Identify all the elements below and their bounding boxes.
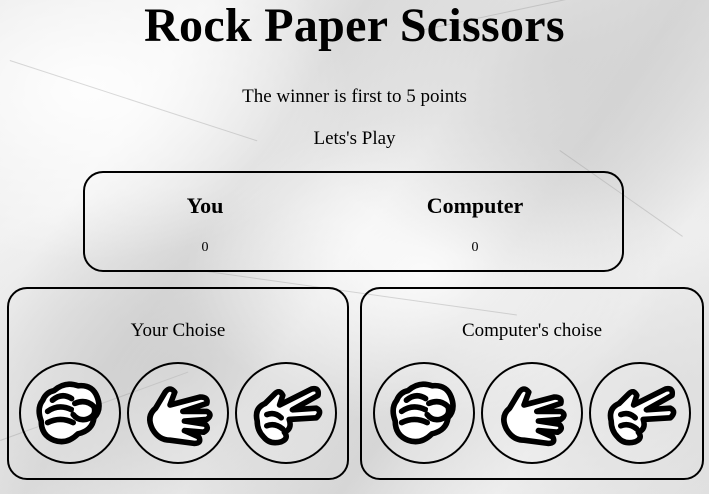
computer-rock-option bbox=[373, 362, 475, 464]
rock-hand-icon bbox=[384, 373, 464, 453]
scoreboard: You 0 Computer 0 bbox=[83, 171, 624, 272]
player-label: You bbox=[186, 193, 224, 218]
computer-scissors-option bbox=[589, 362, 691, 464]
computer-choice-label: Computer's choise bbox=[461, 320, 603, 341]
scissors-hand-icon bbox=[246, 373, 326, 453]
rock-hand-icon bbox=[30, 373, 110, 453]
paper-hand-icon bbox=[492, 373, 572, 453]
scissors-hand-icon bbox=[600, 373, 680, 453]
player-score: 0 bbox=[201, 240, 209, 255]
computer-score: 0 bbox=[471, 240, 479, 255]
player-paper-button[interactable] bbox=[127, 362, 229, 464]
paper-hand-icon bbox=[138, 373, 218, 453]
computer-paper-option bbox=[481, 362, 583, 464]
computer-label: Computer bbox=[426, 193, 524, 218]
player-choice-panel: Your Choise bbox=[7, 287, 349, 480]
player-rock-button[interactable] bbox=[19, 362, 121, 464]
rule-text: The winner is first to 5 points bbox=[242, 86, 467, 107]
player-scissors-button[interactable] bbox=[235, 362, 337, 464]
player-choice-label: Your Choise bbox=[130, 320, 226, 341]
page-title: Rock Paper Scissors bbox=[144, 0, 565, 52]
prompt-text: Lets's Play bbox=[313, 128, 396, 149]
computer-choice-panel: Computer's choise bbox=[360, 287, 704, 480]
